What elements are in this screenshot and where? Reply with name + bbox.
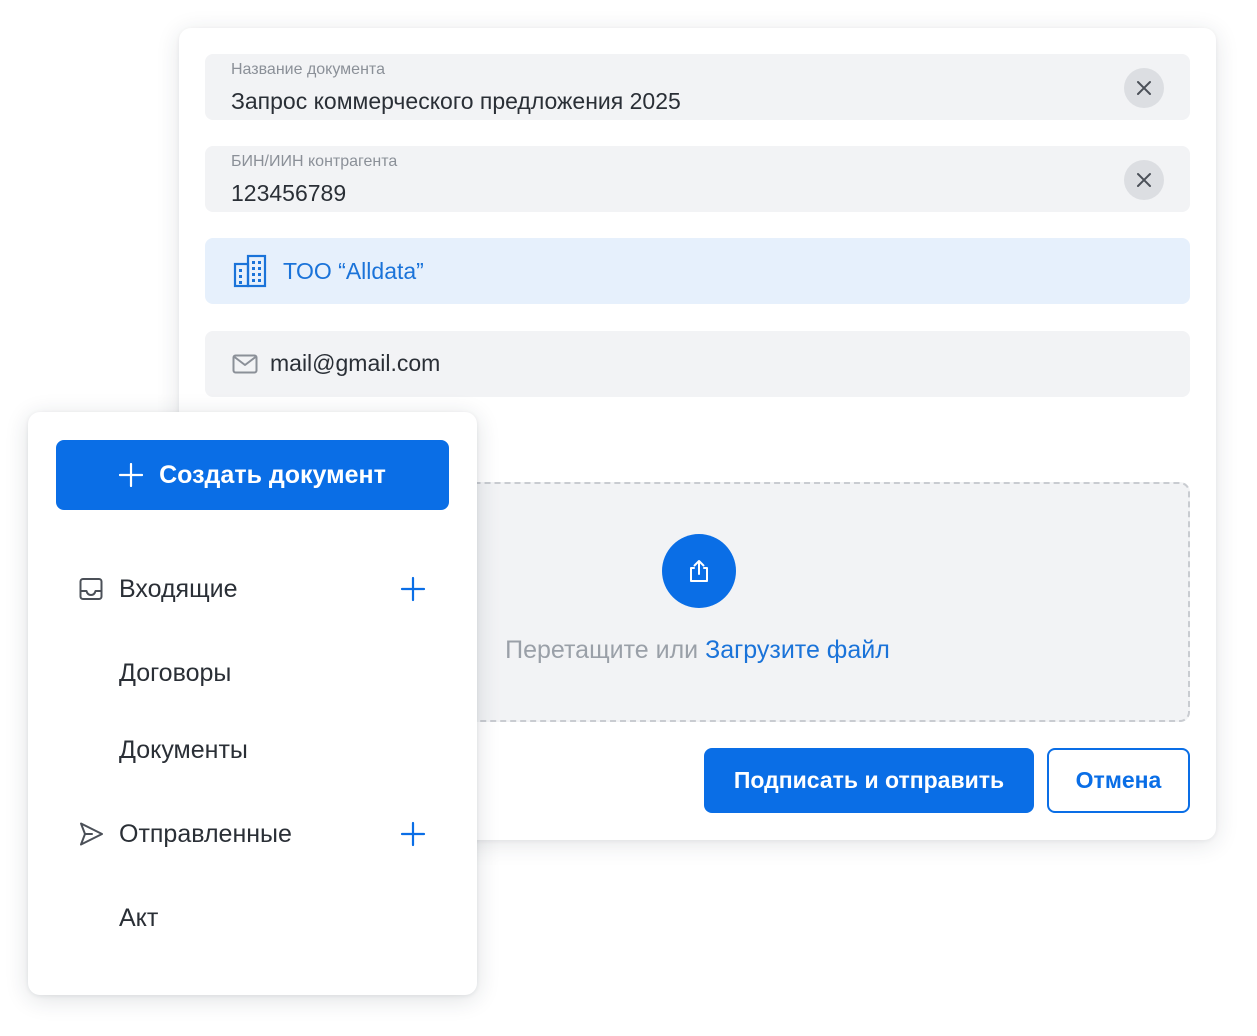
sidebar: Создать документ Входящие Договоры Докум…	[28, 412, 477, 995]
close-icon	[1137, 173, 1151, 187]
sidebar-item-documents[interactable]: Документы	[28, 725, 477, 775]
clear-bin-button[interactable]	[1124, 160, 1164, 200]
upload-file-link[interactable]: Загрузите файл	[705, 636, 890, 664]
counterparty-bin-label: БИН/ИИН контрагента	[231, 153, 398, 170]
dropzone-hint: Перетащите или	[505, 636, 699, 664]
counterparty-company[interactable]: ТОО “Alldata”	[205, 238, 1190, 304]
close-icon	[1137, 81, 1151, 95]
sidebar-item-inbox[interactable]: Входящие	[28, 564, 477, 614]
clear-document-name-button[interactable]	[1124, 68, 1164, 108]
sidebar-item-label: Отправленные	[119, 820, 292, 848]
upload-button[interactable]	[662, 534, 736, 608]
building-icon	[233, 254, 267, 288]
document-name-label: Название документа	[231, 61, 385, 78]
email-value[interactable]: mail@gmail.com	[270, 350, 440, 377]
upload-icon	[690, 560, 708, 582]
sidebar-item-label: Входящие	[119, 575, 238, 603]
counterparty-bin-field[interactable]: БИН/ИИН контрагента 123456789	[205, 146, 1190, 212]
document-name-field[interactable]: Название документа Запрос коммерческого …	[205, 54, 1190, 120]
sidebar-item-act[interactable]: Акт	[28, 893, 477, 943]
sidebar-item-label: Акт	[119, 904, 159, 932]
plus-icon[interactable]	[400, 821, 426, 847]
document-name-value[interactable]: Запрос коммерческого предложения 2025	[231, 88, 681, 115]
sidebar-item-label: Договоры	[119, 659, 232, 687]
plus-icon[interactable]	[400, 576, 426, 602]
create-document-label: Создать документ	[159, 460, 386, 489]
plus-icon	[119, 463, 144, 487]
company-name: ТОО “Alldata”	[283, 258, 424, 284]
send-icon	[80, 822, 103, 846]
sidebar-item-sent[interactable]: Отправленные	[28, 809, 477, 859]
counterparty-bin-value[interactable]: 123456789	[231, 180, 346, 207]
email-field[interactable]: mail@gmail.com	[205, 331, 1190, 397]
inbox-icon	[79, 578, 103, 600]
mail-icon	[232, 354, 258, 374]
create-document-button[interactable]: Создать документ	[56, 440, 449, 510]
cancel-button[interactable]: Отмена	[1047, 748, 1190, 813]
sign-and-send-button[interactable]: Подписать и отправить	[704, 748, 1034, 813]
sidebar-item-contracts[interactable]: Договоры	[28, 648, 477, 698]
sidebar-item-label: Документы	[119, 736, 248, 764]
